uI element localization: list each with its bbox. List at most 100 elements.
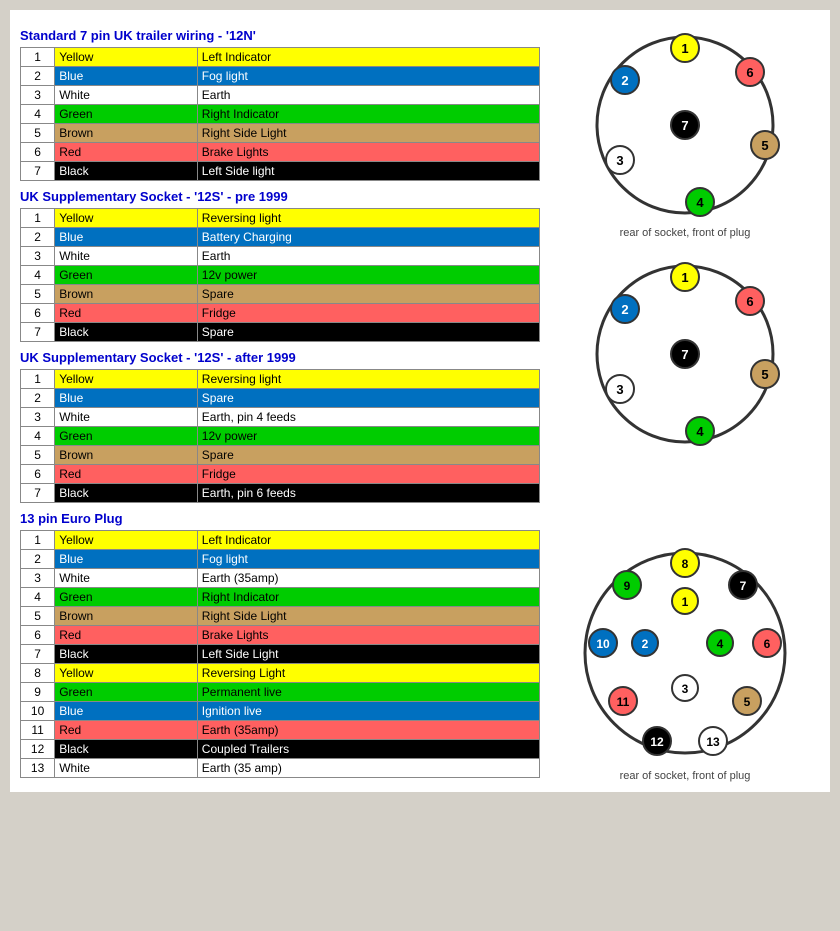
socket-diagram-12s: 1 6 5 4 3 2 7 — [590, 259, 780, 449]
svg-text:7: 7 — [681, 347, 688, 362]
table-row: 5 Brown Right Side Light — [21, 607, 540, 626]
svg-text:13: 13 — [706, 735, 720, 749]
table-row: 7 Black Earth, pin 6 feeds — [21, 484, 540, 503]
pin-num: 6 — [21, 143, 55, 162]
table-row: 7 Black Left Side light — [21, 162, 540, 181]
section-title-12s-pre: UK Supplementary Socket - '12S' - pre 19… — [20, 189, 540, 204]
svg-text:6: 6 — [746, 65, 753, 80]
table-row: 1 Yellow Left Indicator — [21, 48, 540, 67]
wire-desc: Right Side Light — [197, 124, 539, 143]
svg-text:9: 9 — [624, 579, 631, 593]
table-row: 3 White Earth, pin 4 feeds — [21, 408, 540, 427]
svg-text:6: 6 — [746, 294, 753, 309]
table-12n: 1 Yellow Left Indicator 2 Blue Fog light… — [20, 47, 540, 181]
socket-label-7pin: rear of socket, front of plug — [590, 227, 780, 239]
table-row: 1 Yellow Reversing light — [21, 370, 540, 389]
svg-text:7: 7 — [681, 118, 688, 133]
table-12s-post: 1 Yellow Reversing light 2 Blue Spare 3 … — [20, 369, 540, 503]
table-row: 3 White Earth — [21, 247, 540, 266]
page-container: Standard 7 pin UK trailer wiring - '12N'… — [10, 10, 830, 792]
svg-text:4: 4 — [696, 195, 704, 210]
wire-desc: Fog light — [197, 67, 539, 86]
table-13pin: 1 Yellow Left Indicator 2 Blue Fog light… — [20, 530, 540, 778]
table-row: 10 Blue Ignition live — [21, 702, 540, 721]
svg-text:1: 1 — [681, 41, 688, 56]
table-row: 1 Yellow Left Indicator — [21, 531, 540, 550]
table-12s-pre: 1 Yellow Reversing light 2 Blue Battery … — [20, 208, 540, 342]
table-row: 2 Blue Fog light — [21, 550, 540, 569]
svg-text:6: 6 — [764, 637, 771, 651]
table-row: 6 Red Brake Lights — [21, 143, 540, 162]
table-row: 13 White Earth (35 amp) — [21, 759, 540, 778]
section-title-13pin: 13 pin Euro Plug — [20, 511, 540, 526]
table-row: 4 Green 12v power — [21, 266, 540, 285]
socket-label-13pin: rear of socket, front of plug — [575, 770, 795, 782]
svg-text:5: 5 — [761, 367, 768, 382]
socket-12s: 1 6 5 4 3 2 7 — [590, 259, 780, 452]
table-row: 9 Green Permanent live — [21, 683, 540, 702]
table-row: 6 Red Fridge — [21, 465, 540, 484]
svg-text:5: 5 — [744, 695, 751, 709]
right-column: 1 6 5 4 3 2 7 rear of socket, f — [550, 20, 820, 782]
wire-desc: Left Side light — [197, 162, 539, 181]
wire-color: Red — [55, 143, 198, 162]
table-row: 2 Blue Fog light — [21, 67, 540, 86]
svg-text:3: 3 — [616, 153, 623, 168]
svg-text:2: 2 — [642, 637, 649, 651]
table-row: 2 Blue Spare — [21, 389, 540, 408]
wire-color: Blue — [55, 67, 198, 86]
table-row: 4 Green Right Indicator — [21, 588, 540, 607]
left-column: Standard 7 pin UK trailer wiring - '12N'… — [20, 20, 540, 782]
wire-color: Black — [55, 162, 198, 181]
wire-desc: Earth — [197, 86, 539, 105]
socket-13pin: 8 7 6 5 13 12 11 1 — [575, 543, 795, 782]
table-row: 3 White Earth — [21, 86, 540, 105]
svg-text:10: 10 — [596, 637, 610, 651]
svg-text:3: 3 — [616, 382, 623, 397]
wire-color: Green — [55, 105, 198, 124]
socket-diagram-13pin: 8 7 6 5 13 12 11 1 — [575, 543, 795, 763]
table-row: 8 Yellow Reversing Light — [21, 664, 540, 683]
table-row: 2 Blue Battery Charging — [21, 228, 540, 247]
table-row: 11 Red Earth (35amp) — [21, 721, 540, 740]
table-row: 4 Green Right Indicator — [21, 105, 540, 124]
pin-num: 3 — [21, 86, 55, 105]
table-row: 5 Brown Spare — [21, 446, 540, 465]
pin-num: 7 — [21, 162, 55, 181]
table-row: 6 Red Fridge — [21, 304, 540, 323]
wire-color: Brown — [55, 124, 198, 143]
svg-text:4: 4 — [696, 424, 704, 439]
svg-text:2: 2 — [621, 73, 628, 88]
wire-desc: Right Indicator — [197, 105, 539, 124]
svg-text:4: 4 — [717, 637, 724, 651]
wire-color: Yellow — [55, 48, 198, 67]
svg-text:11: 11 — [617, 695, 630, 709]
svg-text:7: 7 — [740, 579, 747, 593]
table-row: 6 Red Brake Lights — [21, 626, 540, 645]
section-title-12s-post: UK Supplementary Socket - '12S' - after … — [20, 350, 540, 365]
wire-desc: Left Indicator — [197, 48, 539, 67]
svg-text:12: 12 — [650, 735, 664, 749]
section-title-12n: Standard 7 pin UK trailer wiring - '12N' — [20, 28, 540, 43]
table-row: 7 Black Spare — [21, 323, 540, 342]
pin-num: 5 — [21, 124, 55, 143]
socket-diagram-7pin: 1 6 5 4 3 2 7 — [590, 30, 780, 220]
table-row: 3 White Earth (35amp) — [21, 569, 540, 588]
svg-text:2: 2 — [621, 302, 628, 317]
table-row: 1 Yellow Reversing light — [21, 209, 540, 228]
table-row: 12 Black Coupled Trailers — [21, 740, 540, 759]
pin-num: 2 — [21, 67, 55, 86]
svg-text:1: 1 — [682, 595, 689, 609]
svg-text:3: 3 — [682, 682, 689, 696]
wire-desc: Brake Lights — [197, 143, 539, 162]
socket-7pin: 1 6 5 4 3 2 7 rear of socket, f — [590, 30, 780, 239]
svg-text:1: 1 — [681, 270, 688, 285]
svg-text:5: 5 — [761, 138, 768, 153]
svg-text:8: 8 — [682, 557, 689, 571]
table-row: 4 Green 12v power — [21, 427, 540, 446]
pin-num: 4 — [21, 105, 55, 124]
table-row: 5 Brown Spare — [21, 285, 540, 304]
wire-color: White — [55, 86, 198, 105]
table-row: 7 Black Left Side Light — [21, 645, 540, 664]
pin-num: 1 — [21, 48, 55, 67]
